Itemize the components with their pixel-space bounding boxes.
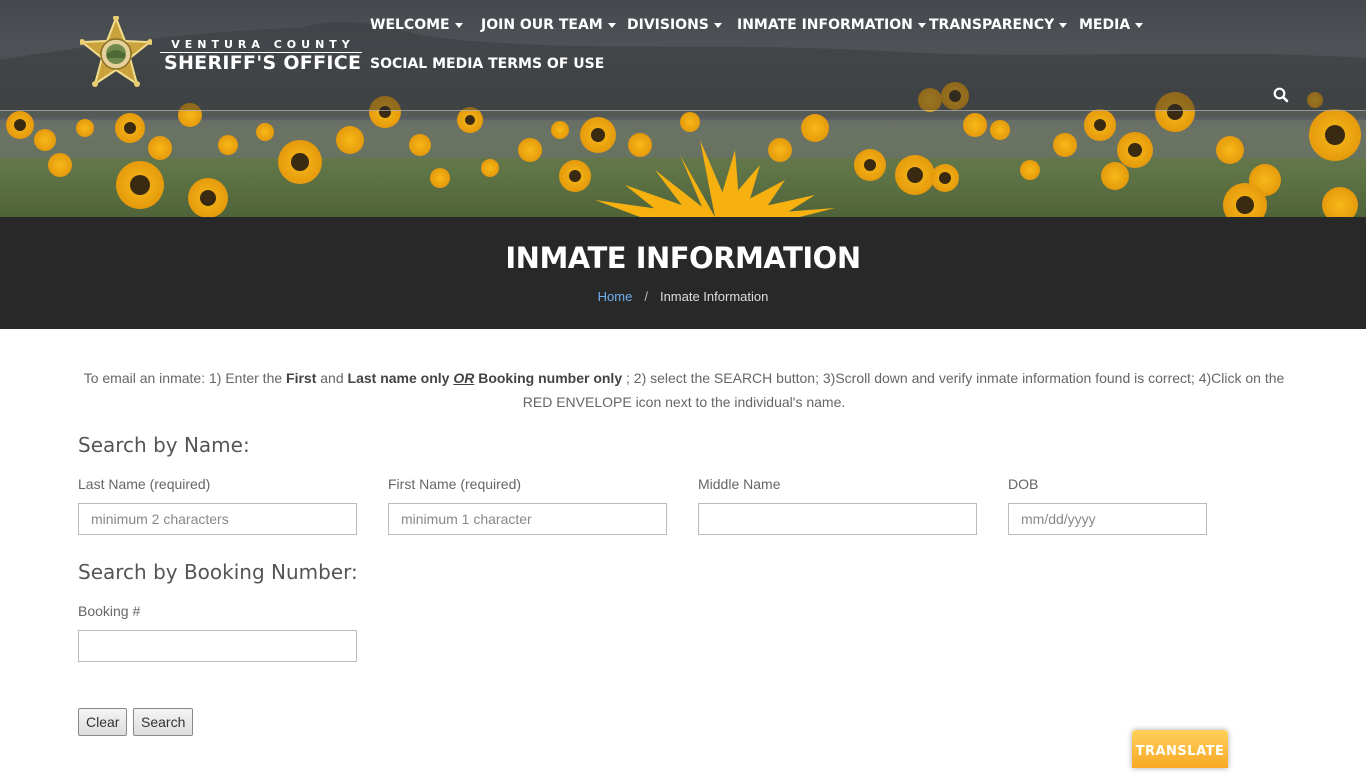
nav-item-welcome[interactable]: WELCOME	[370, 17, 463, 33]
booking-number-input[interactable]	[78, 630, 357, 662]
first-name-label: First Name (required)	[388, 476, 522, 492]
instructions-text: To email an inmate: 1) Enter the First a…	[78, 366, 1290, 414]
nav-label: WELCOME	[370, 17, 450, 33]
breadcrumb-home-link[interactable]: Home	[598, 289, 633, 304]
instructions-first: First	[286, 370, 317, 386]
sheriff-logo[interactable]: VENTURA COUNTY SHERIFF'S OFFICE	[80, 16, 365, 94]
nav-item-social-media-terms[interactable]: SOCIAL MEDIA TERMS OF USE	[370, 56, 604, 72]
first-name-input[interactable]	[388, 503, 667, 535]
caret-down-icon	[1059, 22, 1068, 28]
search-button[interactable]: Search	[133, 708, 194, 736]
nav-item-inmate-information[interactable]: INMATE INFORMATION	[737, 17, 926, 33]
logo-county-text: VENTURA COUNTY	[171, 38, 355, 51]
search-icon[interactable]	[1272, 86, 1290, 104]
caret-down-icon	[607, 22, 616, 28]
caret-down-icon	[1135, 22, 1144, 28]
sheriff-star-badge-icon	[80, 16, 152, 87]
dob-label: DOB	[1008, 476, 1039, 492]
dob-input[interactable]	[1008, 503, 1207, 535]
booking-number-label: Booking #	[78, 603, 141, 619]
nav-item-media[interactable]: MEDIA	[1079, 17, 1144, 33]
clear-button[interactable]: Clear	[78, 708, 128, 736]
search-by-name-title: Search by Name:	[78, 433, 250, 457]
nav-label: JOIN OUR TEAM	[481, 17, 603, 33]
nav-label: SOCIAL MEDIA TERMS OF USE	[370, 56, 605, 72]
instructions-part: and	[316, 370, 348, 386]
nav-label: MEDIA	[1079, 17, 1131, 33]
middle-name-label: Middle Name	[698, 476, 781, 492]
last-name-label: Last Name (required)	[78, 476, 211, 492]
logo-office-text: SHERIFF'S OFFICE	[164, 52, 362, 74]
instructions-booking-number: Booking number only	[478, 370, 623, 386]
caret-down-icon	[454, 22, 463, 28]
instructions-part: ; 2) select the SEARCH button; 3)Scroll …	[522, 370, 1285, 410]
nav-label: DIVISIONS	[627, 17, 709, 33]
middle-name-input[interactable]	[698, 503, 977, 535]
instructions-or: OR	[453, 370, 475, 386]
instructions-part: To email an inmate: 1) Enter the	[83, 370, 287, 386]
caret-down-icon	[713, 22, 722, 28]
instructions-last-name: Last name only	[347, 370, 450, 386]
breadcrumb: Home / Inmate Information	[0, 289, 1366, 304]
nav-label: INMATE INFORMATION	[737, 17, 913, 33]
translate-button[interactable]: TRANSLATE	[1132, 730, 1228, 768]
search-by-booking-title: Search by Booking Number:	[78, 560, 358, 584]
breadcrumb-current: Inmate Information	[659, 289, 769, 304]
caret-down-icon	[917, 22, 926, 28]
nav-item-divisions[interactable]: DIVISIONS	[627, 17, 722, 33]
breadcrumb-separator: /	[644, 289, 648, 304]
last-name-input[interactable]	[78, 503, 357, 535]
nav-item-transparency[interactable]: TRANSPARENCY	[929, 17, 1068, 33]
nav-label: TRANSPARENCY	[929, 17, 1055, 33]
nav-item-join-our-team[interactable]: JOIN OUR TEAM	[481, 17, 616, 33]
page-title: INMATE INFORMATION	[505, 241, 861, 275]
page-title-band: INMATE INFORMATION Home / Inmate Informati…	[0, 217, 1366, 329]
